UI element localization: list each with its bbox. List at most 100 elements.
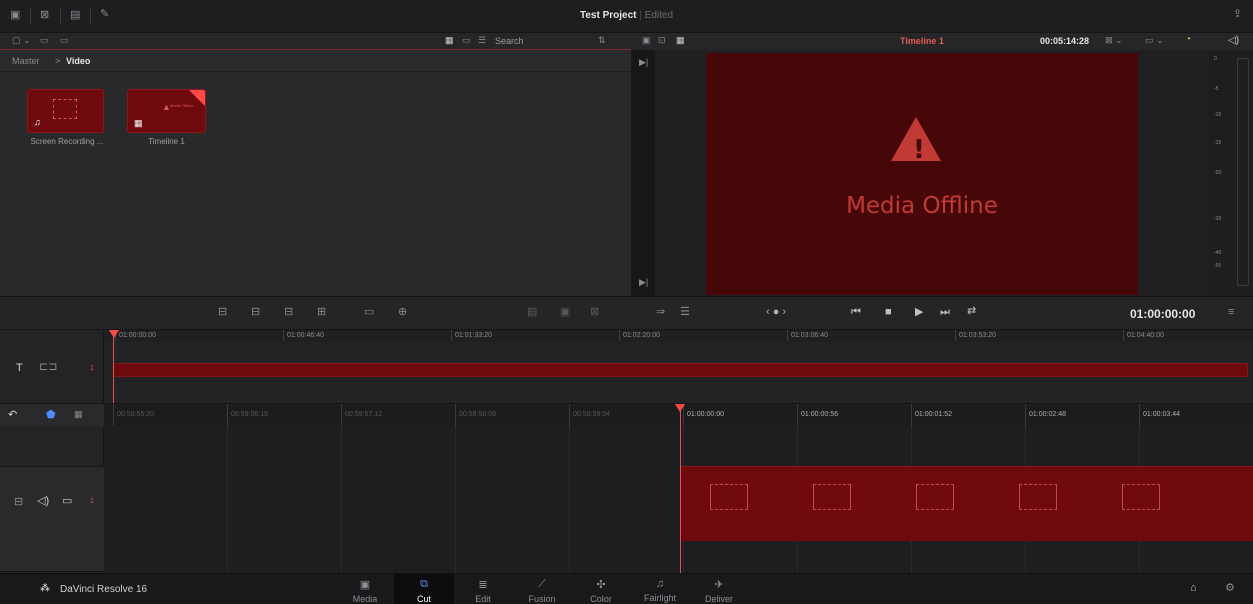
timeline-badge-icon: ▦ [134,118,143,128]
transform-icon[interactable]: ⇒ [656,307,665,318]
skip-forward-icon[interactable]: ⏭ [940,307,950,318]
meter-scale-label: -40 [1214,250,1222,256]
media-page-icon: ▣ [359,579,371,591]
edit-page-icon: ≣ [478,579,488,591]
lock-icon[interactable]: ⊟ [14,497,23,508]
loop-icon[interactable]: ⇄ [967,306,976,317]
import-media-icon[interactable]: ▭ [40,36,49,45]
ruler-tick-label: 01:04:40:00 [1123,330,1164,341]
share-icon[interactable]: ⇪ [1233,9,1242,20]
transition-icon[interactable]: ▤ [527,307,537,318]
go-to-end-marker-icon[interactable]: ▶| [639,278,648,287]
page-tab-deliver[interactable]: ✈ Deliver [689,574,749,604]
ruler-tick-label: 00:59:56:16 [227,404,268,426]
ruler-tick-label: 01:00:00:56 [797,404,838,426]
layout-icon[interactable]: ▢ ⌄ [12,36,31,45]
inspector-icon[interactable]: ☰ [680,307,690,318]
page-tab-fairlight[interactable]: ♫ Fairlight [630,574,690,604]
meter-scale-label: -20 [1214,170,1222,176]
meter-scale-label: -10 [1214,112,1222,118]
corner-flag-icon [188,90,205,107]
scopes-icon[interactable]: ◔ [1185,35,1191,45]
page-tab-edit[interactable]: ≣ Edit [453,574,513,604]
breadcrumb-current: Video [66,56,91,66]
jkl-nav-icon[interactable]: ‹ ● › [766,307,786,318]
clip-frame-offline-icon [710,484,748,510]
ruler-tick-label: 01:00:03:44 [1139,404,1180,426]
meter-scale-label: -5 [1214,86,1219,92]
clip-frame-offline-icon [813,484,851,510]
play-icon[interactable]: ▶ [915,307,923,318]
page-tab-fusion[interactable]: ⟋ Fusion [512,574,572,604]
thumbnail-view-icon[interactable]: ▦ [445,36,454,45]
source-clip-icon[interactable]: ▣ [642,36,651,45]
track-number: 1 [90,498,94,505]
go-to-start-marker-icon[interactable]: ▶| [639,58,648,67]
deliver-page-icon: ✈ [714,579,724,591]
close-up-icon[interactable]: ⊞ [317,307,326,318]
meter-scale-label: 0 [1214,56,1217,62]
clip-label: Screen Recording ... [30,137,104,146]
home-icon[interactable]: ⌂ [1190,583,1197,594]
smooth-cut-icon[interactable]: ⊠ [590,307,599,318]
source-tape-icon[interactable]: ⊡ [658,36,666,45]
timeline-clip[interactable]: ▲ Media Offline ▦ [127,89,206,133]
tool-row: ⊟ ⊟ ⊟ ⊞ ▭ ⊕ ▤ ▣ ⊠ ⇒ ☰ ‹ ● › ⏮ ■ ▶ ⏭ ⇄ 01… [0,296,1253,330]
shield-icon[interactable]: ⬟ [46,410,56,421]
track-clip[interactable] [113,363,1248,377]
clip-label: Timeline 1 [148,137,185,146]
viewer-duration: 00:05:14:28 [1040,36,1090,46]
viewer-options-icon[interactable]: ⊠ ⌄ [1105,36,1123,45]
sort-icon[interactable]: ⇅ [598,36,606,45]
viewer-timeline-name: Timeline 1 [900,36,944,46]
ruler-tick-label: 01:00:00:00 [683,404,724,426]
toolbar: ▢ ⌄ ▭ ▭ ▦ ▭ ☰ Search ⇅ ▣ ⊡ ▦ Timeline 1 … [0,33,1253,50]
menu-icon[interactable]: ≡ [1228,307,1234,318]
import-folder-icon[interactable]: ▭ [60,36,69,45]
clip-frame-offline-icon [916,484,954,510]
smart-insert-icon[interactable]: ⊟ [218,307,227,318]
fusion-page-icon: ⟋ [538,578,546,590]
ruler-tick-label: 01:02:20:00 [619,330,660,341]
page-tab-color[interactable]: ✣ Color [571,574,631,604]
stop-icon[interactable]: ■ [885,307,892,318]
snap-icon[interactable]: ↶ [8,410,17,421]
davinci-logo-icon: ⁂ [40,583,50,594]
tool-icon[interactable]: ▦ [74,410,83,419]
media-pool [0,50,631,296]
playhead-marker[interactable] [109,330,119,338]
audio-icon[interactable]: ◁) [37,496,49,507]
list-view-icon[interactable]: ☰ [478,36,486,45]
breadcrumb-root[interactable]: Master [12,56,40,66]
volume-icon[interactable]: ◁) [1228,36,1239,46]
timeline-view-icon[interactable]: ▦ [676,36,685,45]
app-name: DaVinci Resolve 16 [60,584,148,595]
strip-view-icon[interactable]: ▭ [462,36,471,45]
ripple-overwrite-icon[interactable]: ⊟ [284,307,293,318]
media-clip[interactable]: ♫ [27,89,104,133]
title-bar: ▣ ⊠ ▤ ✎ Test Project | Edited ⇪ [0,0,1253,33]
skip-back-icon[interactable]: ⏮ [851,307,861,318]
ruler-tick-label: 00:59:55:20 [113,404,154,426]
append-icon[interactable]: ⊟ [251,307,260,318]
ruler-tick-label: 00:59:59:04 [569,404,610,426]
page-tab-cut[interactable]: ⧉ Cut [394,574,454,604]
viewer: ▶| ▶| ! Media Offline [631,50,1209,296]
page-tab-media[interactable]: ▣ Media [335,574,395,604]
ruler-tick-label: 01:00:46:40 [283,330,324,341]
offline-text: Media Offline [846,193,998,219]
video-track-icon[interactable]: ▭ [62,496,72,507]
cut-icon[interactable]: ▣ [560,307,570,318]
safe-area-icon[interactable]: ▭ ⌄ [1145,36,1164,45]
project-name: Test Project [579,10,637,21]
settings-gear-icon[interactable]: ⚙ [1225,583,1235,594]
source-overwrite-icon[interactable]: ⊕ [398,307,407,318]
video-clip[interactable] [680,466,1253,541]
clip-frame-offline-icon [1122,484,1160,510]
search-field[interactable]: Search [495,35,595,48]
track-tool-icon[interactable]: T [16,363,23,374]
breadcrumb: Master > Video [0,50,631,72]
link-icon[interactable]: ⊏⊐ [39,362,57,373]
place-on-top-icon[interactable]: ▭ [364,307,374,318]
ruler-tick-label: 01:03:53:20 [955,330,996,341]
